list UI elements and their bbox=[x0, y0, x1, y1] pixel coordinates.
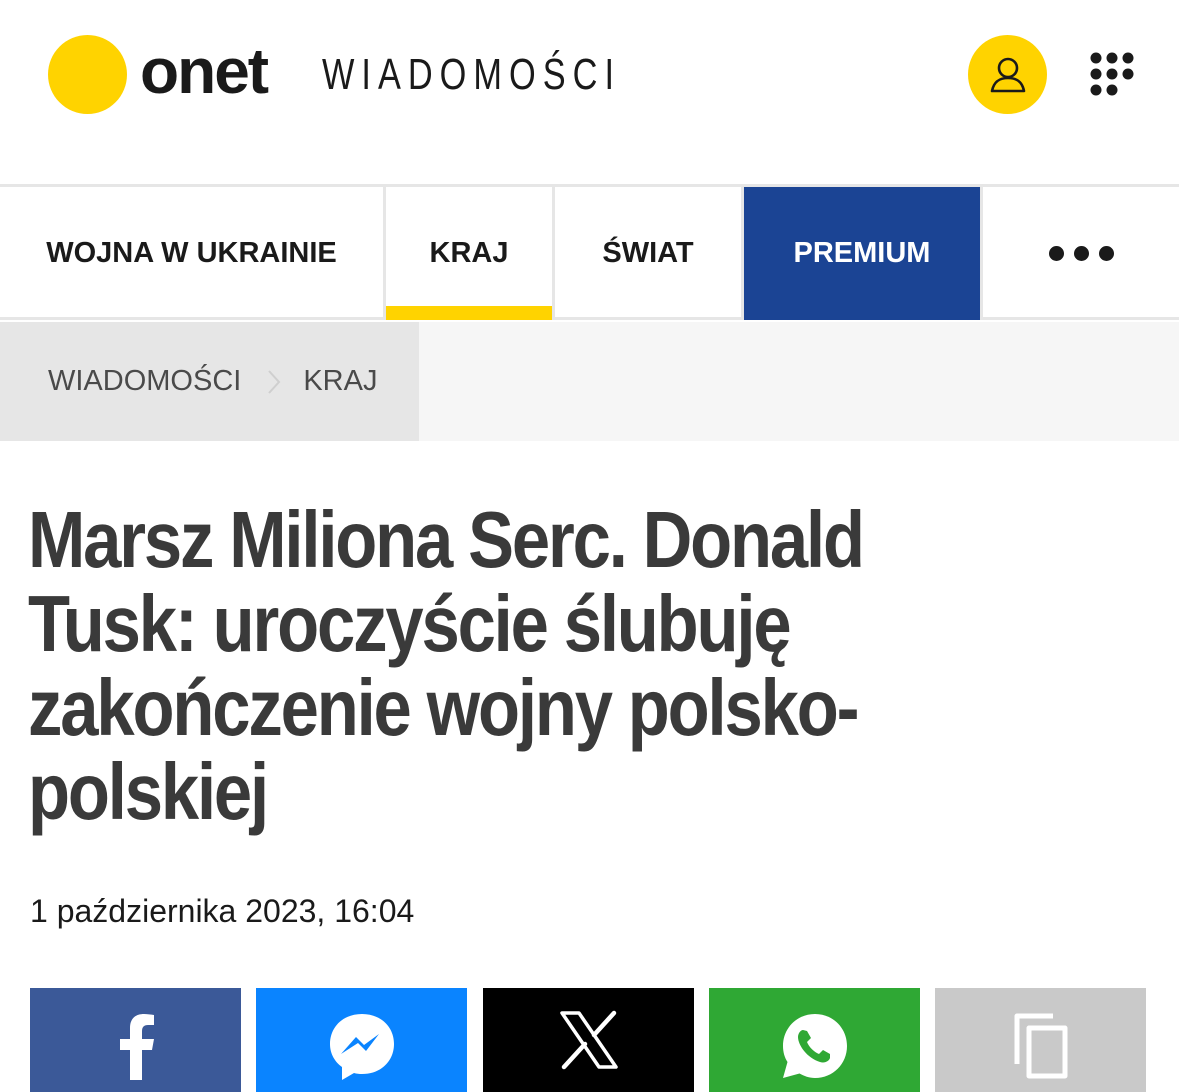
share-copy-link-button[interactable] bbox=[935, 988, 1146, 1092]
user-account-button[interactable] bbox=[968, 35, 1047, 114]
facebook-icon bbox=[119, 1014, 154, 1080]
share-x-button[interactable] bbox=[483, 988, 694, 1092]
messenger-icon bbox=[329, 1014, 394, 1080]
breadcrumb: WIADOMOŚCI KRAJ bbox=[0, 322, 419, 441]
whatsapp-icon bbox=[782, 1014, 847, 1078]
nav-active-indicator bbox=[386, 306, 552, 320]
section-title[interactable]: WIADOMOŚCI bbox=[322, 50, 621, 100]
copy-icon bbox=[1014, 1013, 1067, 1079]
share-whatsapp-button[interactable] bbox=[709, 988, 920, 1092]
article-title: Marsz Miliona Serc. Donald Tusk: uroczyś… bbox=[28, 498, 1028, 834]
breadcrumb-bar: WIADOMOŚCI KRAJ bbox=[0, 322, 1179, 441]
main-nav: WOJNA W UKRAINIE KRAJ ŚWIAT PREMIUM bbox=[0, 184, 1179, 320]
apps-grid-icon bbox=[1090, 52, 1134, 96]
nav-item-label: ŚWIAT bbox=[602, 237, 694, 269]
share-messenger-button[interactable] bbox=[256, 988, 467, 1092]
page: onet WIADOMOŚCI WOJNA W UKRAINIE KRAJ ŚW… bbox=[0, 0, 1179, 1092]
nav-more-button[interactable] bbox=[983, 187, 1179, 320]
nav-item-label: KRAJ bbox=[429, 237, 509, 269]
user-icon bbox=[990, 57, 1025, 92]
article-date: 1 października 2023, 16:04 bbox=[30, 893, 415, 929]
nav-item-label: PREMIUM bbox=[793, 237, 931, 269]
chevron-right-icon bbox=[267, 369, 281, 395]
onet-logo-text[interactable]: onet bbox=[140, 30, 269, 112]
nav-item-wojna-w-ukrainie[interactable]: WOJNA W UKRAINIE bbox=[0, 187, 383, 320]
site-header: onet WIADOMOŚCI bbox=[0, 0, 1179, 184]
share-facebook-button[interactable] bbox=[30, 988, 241, 1092]
onet-logo-dot[interactable] bbox=[48, 35, 127, 114]
more-dots-icon bbox=[1048, 246, 1114, 261]
nav-item-swiat[interactable]: ŚWIAT bbox=[555, 187, 741, 320]
apps-menu-button[interactable] bbox=[1088, 50, 1136, 98]
nav-item-kraj[interactable]: KRAJ bbox=[386, 187, 552, 320]
article-title-text: Marsz Miliona Serc. Donald Tusk: uroczyś… bbox=[28, 495, 865, 836]
x-icon bbox=[559, 1010, 618, 1070]
breadcrumb-item-wiadomosci[interactable]: WIADOMOŚCI bbox=[48, 365, 241, 398]
nav-item-label: WOJNA W UKRAINIE bbox=[46, 237, 337, 269]
breadcrumb-item-kraj[interactable]: KRAJ bbox=[303, 365, 377, 398]
nav-item-premium[interactable]: PREMIUM bbox=[744, 187, 980, 320]
